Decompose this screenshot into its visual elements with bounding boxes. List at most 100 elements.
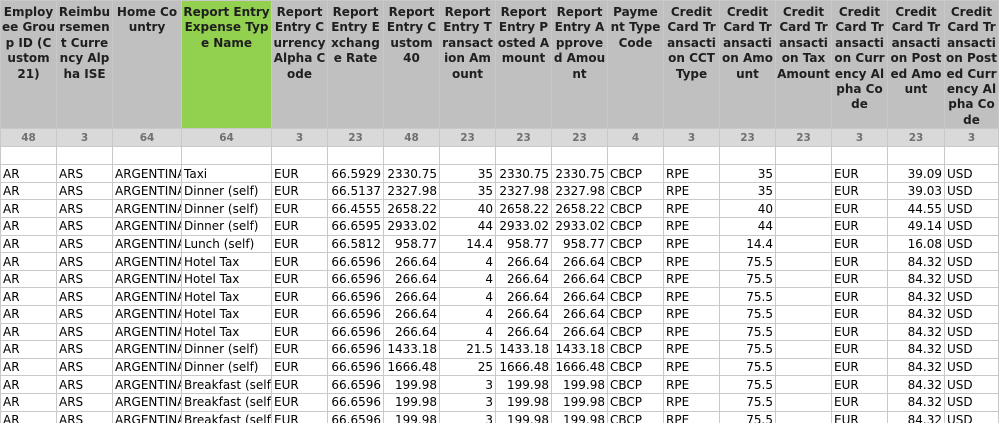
table-cell[interactable]: 16.08 [887, 234, 945, 254]
table-cell[interactable]: 66.6596 [327, 305, 384, 324]
field-length-cell[interactable]: 3 [831, 128, 888, 148]
table-cell[interactable] [775, 357, 832, 377]
table-cell[interactable]: Hotel Tax [181, 252, 272, 271]
table-cell[interactable]: EUR [831, 217, 888, 236]
table-cell[interactable]: 84.32 [887, 357, 945, 377]
table-cell[interactable]: 84.32 [887, 322, 945, 342]
table-cell[interactable] [775, 252, 832, 271]
table-cell[interactable]: ARGENTINA [112, 305, 182, 324]
empty-cell[interactable] [887, 146, 945, 166]
table-cell[interactable]: ARS [56, 287, 113, 306]
table-cell[interactable]: 75.5 [719, 287, 776, 306]
table-cell[interactable]: 66.5137 [327, 181, 384, 201]
table-cell[interactable]: 44 [439, 217, 496, 236]
table-cell[interactable]: USD [944, 234, 999, 254]
table-cell[interactable]: 75.5 [719, 340, 776, 359]
table-cell[interactable]: Hotel Tax [181, 305, 272, 324]
table-cell[interactable]: ARGENTINA [112, 322, 182, 342]
table-cell[interactable]: EUR [831, 269, 888, 289]
field-length-cell[interactable]: 64 [112, 128, 182, 148]
field-length-cell[interactable]: 23 [551, 128, 608, 148]
table-cell[interactable]: 66.6596 [327, 410, 384, 423]
table-cell[interactable]: 2330.75 [551, 164, 608, 183]
column-header[interactable]: Credit Card Transaction Tax Amount [775, 0, 832, 130]
table-cell[interactable]: AR [0, 234, 57, 254]
table-cell[interactable]: 21.5 [439, 340, 496, 359]
empty-cell[interactable] [383, 146, 440, 166]
table-cell[interactable]: 66.6596 [327, 340, 384, 359]
table-cell[interactable]: 66.6596 [327, 252, 384, 271]
table-cell[interactable]: 266.64 [551, 287, 608, 306]
table-cell[interactable]: Dinner (self) [181, 217, 272, 236]
table-cell[interactable]: CBCP [607, 357, 664, 377]
table-cell[interactable]: 1433.18 [551, 340, 608, 359]
table-cell[interactable]: AR [0, 410, 57, 423]
table-cell[interactable]: RPE [663, 305, 720, 324]
table-cell[interactable]: 266.64 [383, 305, 440, 324]
table-cell[interactable]: Taxi [181, 164, 272, 183]
table-cell[interactable]: CBCP [607, 217, 664, 236]
table-cell[interactable]: USD [944, 357, 999, 377]
table-cell[interactable]: EUR [271, 410, 328, 423]
empty-cell[interactable] [112, 146, 182, 166]
table-cell[interactable]: 199.98 [383, 392, 440, 412]
table-cell[interactable]: AR [0, 375, 57, 394]
table-cell[interactable]: 958.77 [551, 234, 608, 254]
column-header[interactable]: Report Entry Exchange Rate [327, 0, 384, 130]
column-header[interactable]: Report Entry Expense Type Name [181, 0, 272, 130]
table-cell[interactable]: USD [944, 164, 999, 183]
field-length-cell[interactable]: 3 [271, 128, 328, 148]
table-cell[interactable]: Dinner (self) [181, 340, 272, 359]
table-cell[interactable]: ARGENTINA [112, 410, 182, 423]
table-cell[interactable]: 39.03 [887, 181, 945, 201]
table-cell[interactable]: ARS [56, 410, 113, 423]
table-cell[interactable]: 35 [719, 181, 776, 201]
column-header[interactable]: Report Entry Transaction Amount [439, 0, 496, 130]
table-cell[interactable]: EUR [831, 322, 888, 342]
empty-cell[interactable] [495, 146, 552, 166]
table-cell[interactable]: EUR [271, 305, 328, 324]
table-cell[interactable]: Breakfast (self) [181, 410, 272, 423]
table-cell[interactable]: EUR [831, 340, 888, 359]
table-cell[interactable]: AR [0, 199, 57, 219]
table-cell[interactable]: 199.98 [495, 392, 552, 412]
table-cell[interactable]: 2658.22 [383, 199, 440, 219]
empty-cell[interactable] [327, 146, 384, 166]
table-cell[interactable]: USD [944, 252, 999, 271]
table-cell[interactable]: CBCP [607, 234, 664, 254]
field-length-cell[interactable]: 23 [495, 128, 552, 148]
field-length-cell[interactable]: 4 [607, 128, 664, 148]
table-cell[interactable]: Hotel Tax [181, 287, 272, 306]
table-cell[interactable]: 2658.22 [495, 199, 552, 219]
table-cell[interactable]: 3 [439, 375, 496, 394]
table-cell[interactable]: 266.64 [383, 287, 440, 306]
table-cell[interactable]: AR [0, 305, 57, 324]
empty-cell[interactable] [944, 146, 999, 166]
table-cell[interactable]: 1433.18 [495, 340, 552, 359]
table-cell[interactable]: Lunch (self) [181, 234, 272, 254]
table-cell[interactable]: ARGENTINA [112, 234, 182, 254]
table-cell[interactable]: EUR [831, 181, 888, 201]
table-cell[interactable]: USD [944, 181, 999, 201]
table-cell[interactable]: 66.6596 [327, 375, 384, 394]
table-cell[interactable]: Hotel Tax [181, 322, 272, 342]
table-cell[interactable]: RPE [663, 164, 720, 183]
table-cell[interactable]: ARS [56, 199, 113, 219]
table-cell[interactable]: 1666.48 [495, 357, 552, 377]
table-cell[interactable]: ARS [56, 234, 113, 254]
table-cell[interactable]: EUR [271, 340, 328, 359]
table-cell[interactable]: EUR [831, 357, 888, 377]
table-cell[interactable]: 66.6596 [327, 322, 384, 342]
field-length-cell[interactable]: 23 [775, 128, 832, 148]
table-cell[interactable]: ARS [56, 269, 113, 289]
field-length-cell[interactable]: 48 [383, 128, 440, 148]
column-header[interactable]: Report Entry Custom 40 [383, 0, 440, 130]
field-length-cell[interactable]: 23 [887, 128, 945, 148]
table-cell[interactable]: CBCP [607, 269, 664, 289]
empty-cell[interactable] [551, 146, 608, 166]
table-cell[interactable]: AR [0, 164, 57, 183]
column-header[interactable]: Home Country [112, 0, 182, 130]
table-cell[interactable]: 2330.75 [383, 164, 440, 183]
table-cell[interactable]: USD [944, 375, 999, 394]
table-cell[interactable]: 4 [439, 305, 496, 324]
